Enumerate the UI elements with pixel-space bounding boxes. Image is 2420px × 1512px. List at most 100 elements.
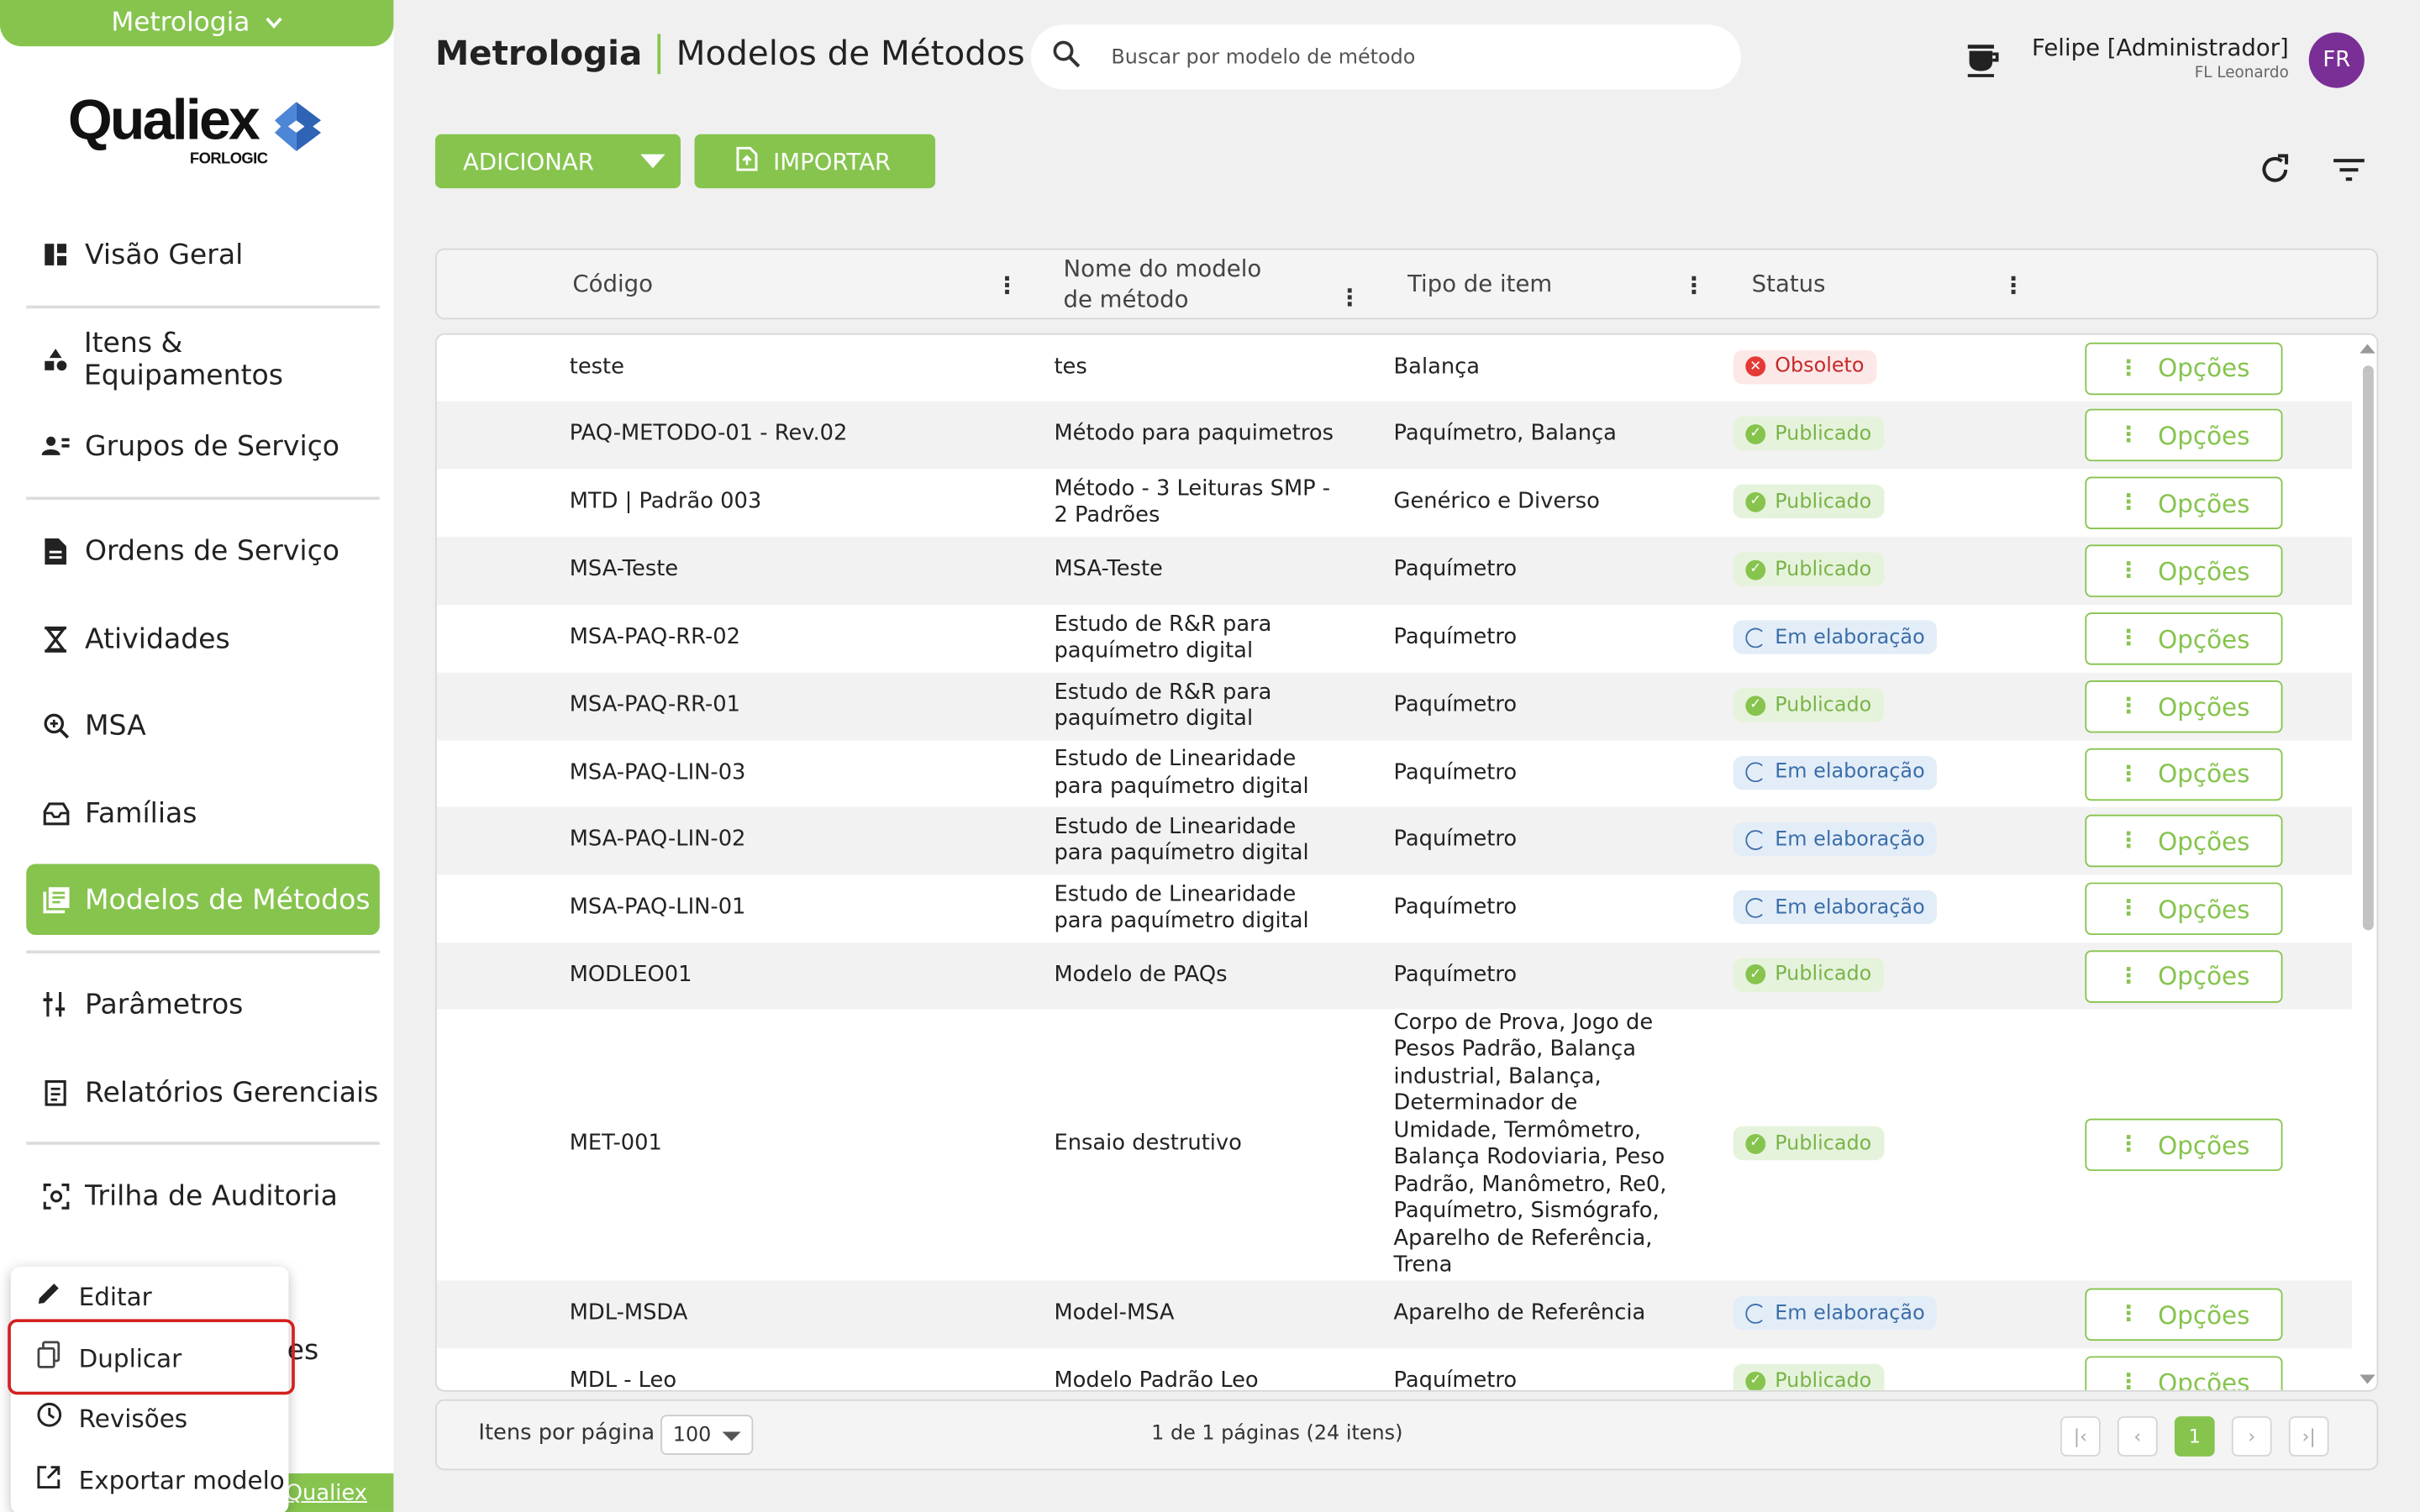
cell-tipo: Paquímetro <box>1393 760 1518 785</box>
tune-icon <box>42 990 70 1018</box>
sidebar-item-itens-equipamentos[interactable]: Itens & Equipamentos <box>26 324 380 395</box>
table-row[interactable]: MSA-PAQ-LIN-03 Estudo de Linearidade para… <box>437 741 2352 807</box>
page-info: 1 de 1 páginas (24 itens) <box>1151 1422 1403 1446</box>
sidebar-item-msa[interactable]: MSA <box>26 690 380 760</box>
options-button[interactable]: ⋮ Opções <box>2085 544 2283 597</box>
menu-item-revisoes[interactable]: Revisões <box>11 1389 289 1447</box>
table-row[interactable]: MTD | Padrão 003 Método - 3 Leituras SMP … <box>437 469 2352 537</box>
sidebar-item-atividades[interactable]: Atividades <box>26 603 380 674</box>
column-nome[interactable]: Nome do modelo de método <box>1063 250 1295 318</box>
options-label: Opções <box>2158 1368 2250 1392</box>
cell-nome: Estudo de R&R para paquímetro digital <box>1054 680 1272 732</box>
status-badge: Em elaboração <box>1733 890 1938 925</box>
sidebar-item-parametros[interactable]: Parâmetros <box>26 969 380 1039</box>
qualiex-footer-link[interactable]: Qualiex <box>282 1473 394 1512</box>
sidebar-item-trilha-auditoria[interactable]: Trilha de Auditoria <box>26 1160 380 1231</box>
cell-tipo: Paquímetro <box>1393 962 1518 988</box>
options-button[interactable]: ⋮ Opções <box>2085 476 2283 529</box>
prev-page-button[interactable]: ‹ <box>2117 1416 2158 1457</box>
avatar[interactable]: FR <box>2308 32 2365 88</box>
search-input[interactable] <box>1111 45 1698 69</box>
coffee-cup-icon[interactable] <box>1963 40 2003 81</box>
nav-divider <box>26 950 380 954</box>
column-menu-icon[interactable]: ⋮ <box>1682 271 1706 299</box>
import-button[interactable]: IMPORTAR <box>694 134 936 189</box>
column-menu-icon[interactable]: ⋮ <box>996 271 1019 299</box>
table-row[interactable]: MSA-PAQ-RR-01 Estudo de R&R para paquímet… <box>436 672 2353 741</box>
filter-icon[interactable] <box>2330 151 2367 188</box>
scroll-up-icon[interactable] <box>2357 341 2379 356</box>
sidebar-item-ordens-servico[interactable]: Ordens de Serviço <box>26 515 380 585</box>
more-vert-icon: ⋮ <box>2118 1132 2140 1158</box>
options-button[interactable]: ⋮ Opções <box>2085 814 2283 868</box>
options-button[interactable]: ⋮ Opções <box>2085 747 2283 801</box>
table-row[interactable]: MSA-PAQ-LIN-02 Estudo de Linearidade para… <box>436 806 2353 875</box>
more-vert-icon: ⋮ <box>2118 694 2140 719</box>
user-info[interactable]: Felipe [Administrador] FL Leonardo <box>2032 34 2289 81</box>
sidebar-item-label: Modelos de Métodos <box>85 883 371 916</box>
menu-item-label: Exportar modelo <box>78 1464 285 1494</box>
cell-nome: Estudo de Linearidade para paquímetro di… <box>1054 813 1309 866</box>
vertical-scrollbar[interactable] <box>2357 338 2379 1390</box>
group-icon <box>41 432 70 459</box>
next-page-button[interactable]: › <box>2231 1416 2272 1457</box>
options-button[interactable]: ⋮ Opções <box>2085 612 2283 665</box>
sidebar-item-relatorios[interactable]: Relatórios Gerenciais <box>26 1057 380 1127</box>
page-title-page: Modelos de Métodos <box>676 34 1025 74</box>
first-page-button[interactable]: |‹ <box>2060 1416 2101 1457</box>
column-menu-icon[interactable]: ⋮ <box>1338 284 1361 312</box>
table-row[interactable]: MSA-PAQ-RR-02 Estudo de R&R para paquímet… <box>437 605 2352 673</box>
loading-icon <box>1745 762 1766 783</box>
caret-down-icon[interactable] <box>640 154 666 169</box>
table-row[interactable]: MDL-MSDA Model-MSA Aparelho de Referência E… <box>436 1280 2353 1349</box>
options-label: Opções <box>2158 759 2250 789</box>
last-page-button[interactable]: ›| <box>2288 1416 2329 1457</box>
refresh-icon[interactable] <box>2256 151 2293 188</box>
per-page-select[interactable]: 100 <box>660 1415 754 1456</box>
module-selector[interactable]: Metrologia <box>0 0 394 47</box>
sidebar-item-familias[interactable]: Famílias <box>26 778 380 848</box>
add-button[interactable]: ADICIONAR <box>434 134 681 189</box>
cell-codigo: MSA-PAQ-RR-02 <box>569 625 740 650</box>
table-row[interactable]: MDL - Leo Modelo Padrão Leo Paquímetro ✓ Pub… <box>437 1348 2352 1392</box>
scroll-thumb[interactable] <box>2362 365 2374 931</box>
status-badge: ✓ Publicado <box>1733 1126 1884 1161</box>
table-row[interactable]: PAQ-METODO-01 - Rev.02 Método para paquim… <box>436 401 2353 470</box>
table-row[interactable]: MSA-PAQ-LIN-01 Estudo de Linearidade para… <box>437 874 2352 942</box>
status-badge: ✓ Publicado <box>1733 484 1884 519</box>
sidebar-item-visao-geral[interactable]: Visão Geral <box>26 219 380 290</box>
table-row[interactable]: MODLEO01 Modelo de PAQs Paquímetro ✓ Publica… <box>436 942 2353 1010</box>
table-row[interactable]: MET-001 Ensaio destrutivo Corpo de Prova, … <box>437 1009 2352 1280</box>
scroll-down-icon[interactable] <box>2357 1372 2379 1387</box>
cell-tipo: Paquímetro <box>1393 625 1518 650</box>
cell-codigo: MSA-PAQ-LIN-01 <box>569 895 746 921</box>
column-menu-icon[interactable]: ⋮ <box>2002 271 2025 299</box>
more-vert-icon: ⋮ <box>2118 355 2140 381</box>
options-button[interactable]: ⋮ Opções <box>2085 882 2283 936</box>
options-button[interactable]: ⋮ Opções <box>2085 408 2283 462</box>
module-label: Metrologia <box>111 8 250 39</box>
table-row[interactable]: MSA-Teste MSA-Teste Paquímetro ✓ Publicado ⋮ O… <box>436 537 2353 605</box>
import-button-label: IMPORTAR <box>773 147 892 176</box>
sidebar-item-grupos-servico[interactable]: Grupos de Serviço <box>26 411 380 481</box>
column-codigo[interactable]: Código <box>572 250 653 318</box>
options-button[interactable]: ⋮ Opções <box>2085 341 2283 395</box>
table-row[interactable]: teste tes Balança ✕ Obsoleto ⋮ Opções <box>437 335 2352 402</box>
status-badge: ✓ Publicado <box>1733 957 1884 992</box>
options-button[interactable]: ⋮ Opções <box>2085 949 2283 1002</box>
options-button[interactable]: ⋮ Opções <box>2085 1118 2283 1172</box>
options-button[interactable]: ⋮ Opções <box>2085 1356 2283 1392</box>
options-button[interactable]: ⋮ Opções <box>2085 680 2283 733</box>
zoom-icon <box>42 711 70 739</box>
sidebar-item-modelos-metodos[interactable]: Modelos de Métodos <box>26 864 380 936</box>
column-tipo[interactable]: Tipo de item <box>1407 250 1552 318</box>
cell-codigo: MSA-PAQ-LIN-02 <box>569 827 746 853</box>
column-status[interactable]: Status <box>1752 250 1826 318</box>
page-button-current[interactable]: 1 <box>2174 1416 2215 1457</box>
status-label: Publicado <box>1775 963 1872 986</box>
options-label: Opções <box>2158 420 2250 450</box>
options-button[interactable]: ⋮ Opções <box>2085 1288 2283 1341</box>
cell-nome: Modelo de PAQs <box>1054 962 1228 988</box>
menu-item-editar[interactable]: Editar <box>11 1267 289 1326</box>
menu-item-exportar[interactable]: Exportar modelo <box>11 1450 289 1509</box>
